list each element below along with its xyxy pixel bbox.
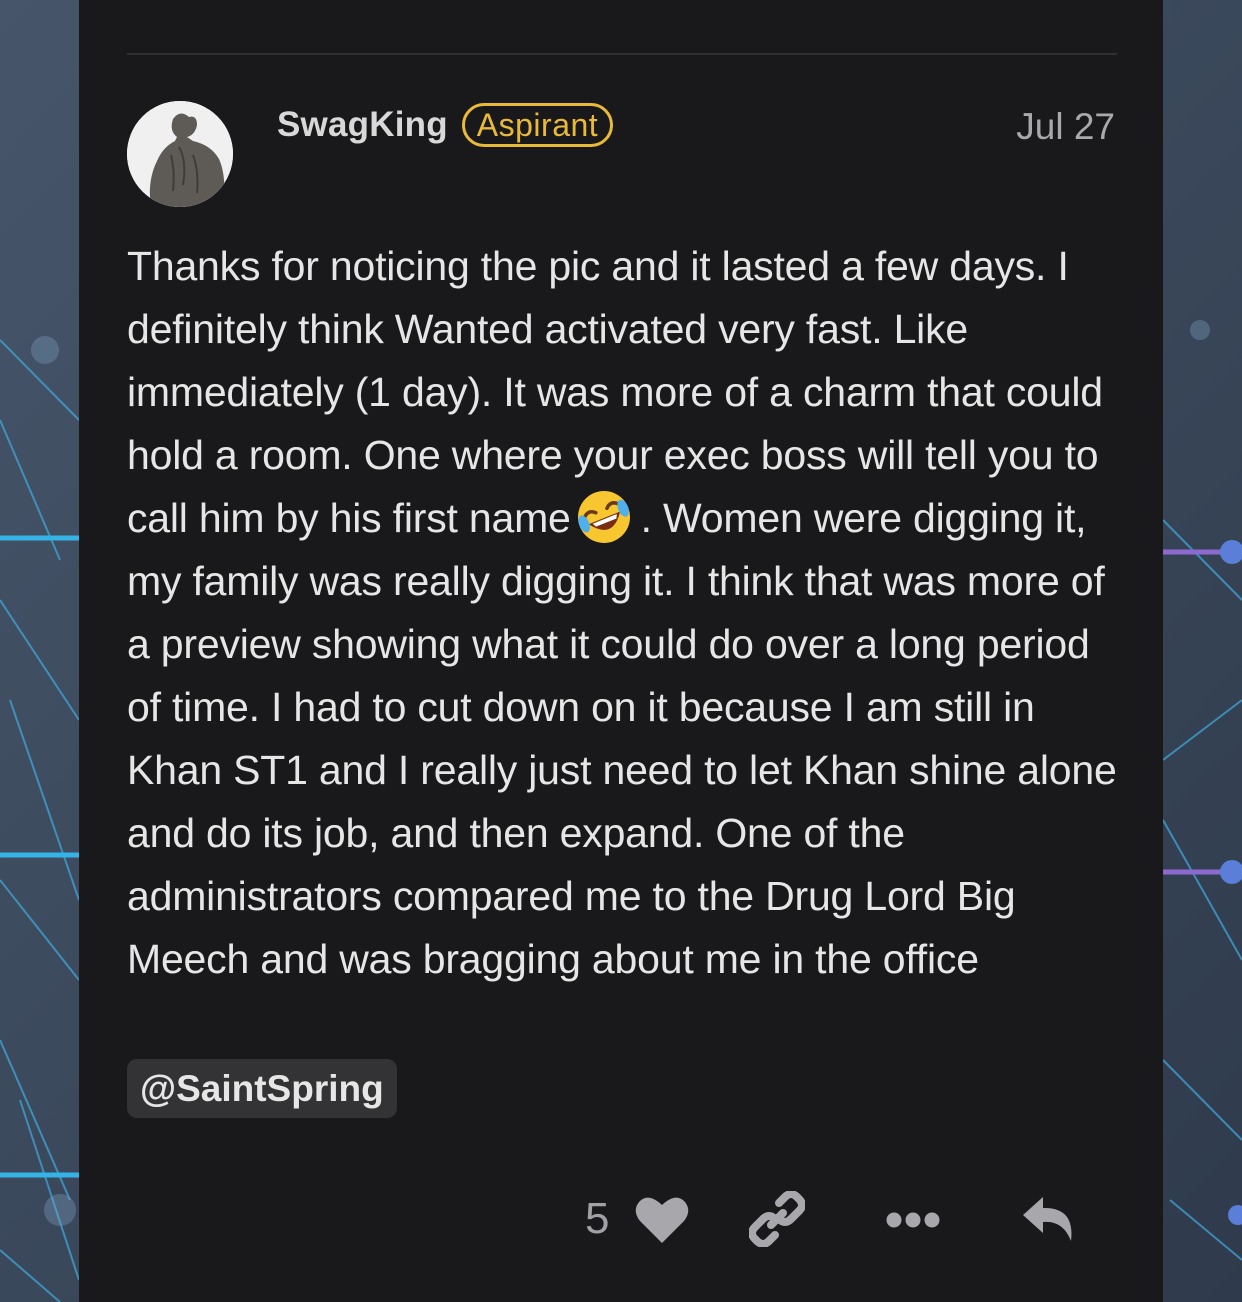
post-text-part2: . Women were digging it, my family was r…	[127, 495, 1117, 982]
rolling-on-floor-laughing-emoji-icon	[577, 491, 630, 543]
ellipsis-icon[interactable]	[886, 1209, 940, 1231]
like-count[interactable]: 5	[585, 1191, 609, 1247]
author-username[interactable]: SwagKing	[277, 105, 448, 145]
link-icon[interactable]	[749, 1191, 805, 1247]
author-row: SwagKing Aspirant	[277, 102, 614, 148]
user-mention[interactable]: @SaintSpring	[127, 1059, 397, 1118]
heart-icon[interactable]	[634, 1195, 690, 1245]
post-divider	[127, 53, 1117, 55]
user-title-badge: Aspirant	[461, 103, 614, 147]
avatar[interactable]	[127, 101, 233, 207]
post-date[interactable]: Jul 27	[1016, 104, 1115, 150]
reply-icon[interactable]	[1021, 1195, 1077, 1245]
post-actions: 5	[79, 1185, 1163, 1255]
post-body: Thanks for noticing the pic and it laste…	[127, 235, 1122, 991]
post-card: SwagKing Aspirant Jul 27 Thanks for noti…	[79, 0, 1163, 1302]
